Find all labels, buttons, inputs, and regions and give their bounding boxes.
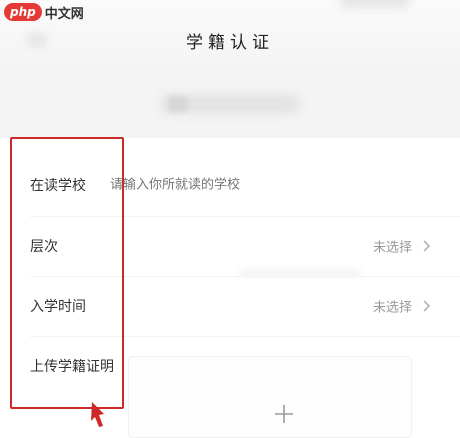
enroll-time-value: 未选择: [372, 300, 412, 316]
plus-icon[interactable]: [274, 404, 294, 424]
header-action[interactable]: [340, 0, 410, 8]
level-value: 未选择: [372, 240, 412, 256]
info-icon: [168, 96, 188, 112]
school-input[interactable]: [110, 177, 410, 193]
red-arrow-icon: [91, 402, 104, 427]
watermark-logo: php 中文网: [4, 2, 84, 22]
watermark-text: 中文网: [44, 6, 84, 22]
chevron-right-icon: [423, 300, 431, 312]
page-title: 学籍认证: [186, 33, 274, 53]
upload-box[interactable]: [128, 356, 412, 438]
watermark-badge: php: [4, 3, 42, 21]
highlight-box: [10, 137, 124, 409]
chevron-right-icon: [423, 240, 431, 252]
